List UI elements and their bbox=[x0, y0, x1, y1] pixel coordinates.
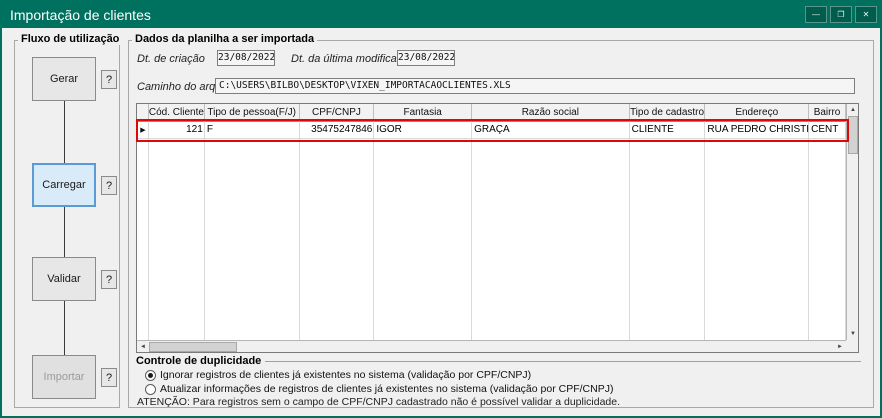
window-title: Importação de clientes bbox=[10, 7, 151, 23]
minimize-button[interactable]: — bbox=[805, 6, 827, 23]
scroll-down-icon: ▼ bbox=[850, 331, 856, 337]
scroll-left-button[interactable]: ◄ bbox=[137, 341, 149, 353]
flow-step-importar[interactable]: Importar bbox=[32, 355, 96, 399]
scroll-right-icon: ► bbox=[837, 344, 843, 350]
vertical-scrollbar[interactable]: ▲ ▼ bbox=[846, 104, 858, 340]
radio-dot-icon bbox=[148, 373, 153, 378]
duplicity-radio-ignorar[interactable] bbox=[145, 370, 156, 381]
header-tipo-pessoa[interactable]: Tipo de pessoa(F/J) bbox=[205, 104, 300, 122]
cell-tipo-pessoa: F bbox=[205, 122, 300, 138]
horizontal-scrollbar[interactable]: ◄ ► bbox=[137, 340, 846, 352]
file-path-field[interactable]: C:\USERS\BILBO\DESKTOP\VIXEN_IMPORTACAOC… bbox=[215, 78, 855, 94]
help-button-carregar[interactable]: ? bbox=[101, 176, 117, 195]
header-endereco[interactable]: Endereço bbox=[705, 104, 809, 122]
header-razao-social[interactable]: Razão social bbox=[472, 104, 630, 122]
data-groupbox: Dados da planilha a ser importada Dt. de… bbox=[128, 40, 874, 408]
v-scroll-thumb[interactable] bbox=[848, 116, 858, 154]
header-marker bbox=[137, 104, 149, 122]
grid-header: Cód. Cliente Tipo de pessoa(F/J) CPF/CNP… bbox=[137, 104, 846, 122]
scroll-right-button[interactable]: ► bbox=[834, 341, 846, 353]
duplicity-radio-atualizar[interactable] bbox=[145, 384, 156, 395]
cell-tipo-cadastro: CLIENTE bbox=[630, 122, 706, 138]
h-scroll-thumb[interactable] bbox=[149, 342, 237, 352]
header-cpf-cnpj[interactable]: CPF/CNPJ bbox=[300, 104, 375, 122]
flow-step-gerar[interactable]: Gerar bbox=[32, 57, 96, 101]
cell-endereco: RUA PEDRO CHRISTIE bbox=[705, 122, 809, 138]
flow-step-carregar[interactable]: Carregar bbox=[32, 163, 96, 207]
duplicity-radio-atualizar-label[interactable]: Atualizar informações de registros de cl… bbox=[160, 383, 613, 395]
flow-groupbox-title: Fluxo de utilização bbox=[18, 33, 122, 45]
header-tipo-cadastro[interactable]: Tipo de cadastro bbox=[630, 104, 706, 122]
minimize-icon: — bbox=[812, 10, 820, 19]
header-fantasia[interactable]: Fantasia bbox=[374, 104, 472, 122]
flow-groupbox: Fluxo de utilização Gerar ? Carregar ? V… bbox=[14, 40, 120, 408]
window-controls: — ❐ ✕ bbox=[805, 6, 877, 23]
creation-date-field[interactable]: 23/08/2022 bbox=[217, 50, 275, 66]
modified-date-field[interactable]: 23/08/2022 bbox=[397, 50, 455, 66]
maximize-icon: ❐ bbox=[837, 10, 844, 19]
grid-body bbox=[137, 122, 846, 340]
duplicity-title: Controle de duplicidade bbox=[136, 355, 261, 367]
cell-cod-cliente: 121 bbox=[149, 122, 205, 138]
scroll-up-button[interactable]: ▲ bbox=[847, 104, 859, 116]
flow-connector-line bbox=[64, 61, 65, 383]
close-icon: ✕ bbox=[863, 10, 870, 19]
cell-bairro: CENT bbox=[809, 122, 846, 138]
app-window: Importação de clientes — ❐ ✕ Fluxo de ut… bbox=[0, 0, 882, 418]
maximize-button[interactable]: ❐ bbox=[830, 6, 852, 23]
scroll-down-button[interactable]: ▼ bbox=[847, 328, 859, 340]
titlebar[interactable]: Importação de clientes bbox=[2, 2, 880, 28]
duplicity-separator bbox=[265, 361, 861, 362]
clients-grid: Cód. Cliente Tipo de pessoa(F/J) CPF/CNP… bbox=[136, 103, 859, 353]
cell-razao-social: GRAÇA bbox=[472, 122, 630, 138]
modified-date-label: Dt. da última modificação bbox=[291, 53, 415, 65]
scroll-up-icon: ▲ bbox=[850, 107, 856, 113]
close-button[interactable]: ✕ bbox=[855, 6, 877, 23]
help-button-gerar[interactable]: ? bbox=[101, 70, 117, 89]
cell-cpf-cnpj: 35475247846 bbox=[300, 122, 375, 138]
creation-date-label: Dt. de criação bbox=[137, 53, 205, 65]
table-row[interactable]: ▶ 121 F 35475247846 IGOR GRAÇA CLIENTE R… bbox=[137, 122, 846, 139]
scroll-left-icon: ◄ bbox=[140, 344, 146, 350]
flow-step-validar[interactable]: Validar bbox=[32, 257, 96, 301]
warning-text: ATENÇÃO: Para registros sem o campo de C… bbox=[137, 396, 620, 408]
help-button-importar[interactable]: ? bbox=[101, 368, 117, 387]
help-button-validar[interactable]: ? bbox=[101, 270, 117, 289]
scrollbar-corner bbox=[846, 340, 858, 352]
header-bairro[interactable]: Bairro bbox=[809, 104, 846, 122]
header-cod-cliente[interactable]: Cód. Cliente bbox=[149, 104, 205, 122]
duplicity-radio-ignorar-label[interactable]: Ignorar registros de clientes já existen… bbox=[160, 369, 531, 381]
data-groupbox-title: Dados da planilha a ser importada bbox=[132, 33, 317, 45]
cell-fantasia: IGOR bbox=[374, 122, 472, 138]
current-row-marker-icon: ▶ bbox=[137, 122, 149, 138]
